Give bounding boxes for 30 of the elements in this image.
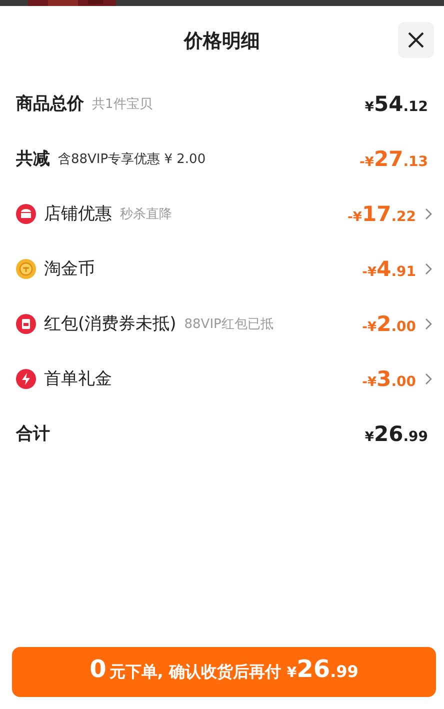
row-label: 红包(消费券未抵)	[44, 313, 176, 335]
row-label: 首单礼金	[44, 368, 112, 390]
pay-button[interactable]: 0 元下单, 确认收货后再付 ¥26.99	[12, 647, 436, 697]
shop-icon	[16, 204, 36, 224]
row-note: 88VIP红包已抵	[184, 316, 274, 332]
sheet-title: 价格明细	[184, 29, 260, 54]
chevron-icon[interactable]	[424, 262, 432, 274]
amount: -¥4.91	[362, 256, 416, 280]
chevron-icon[interactable]	[424, 318, 432, 330]
close-button[interactable]	[398, 22, 434, 58]
row-label: 店铺优惠	[44, 203, 112, 225]
row-note: 秒杀直降	[120, 206, 172, 222]
amount: -¥27.13	[360, 146, 428, 170]
amount: -¥2.00	[362, 312, 416, 336]
row-note: 含88VIP专享优惠 ¥ 2.00	[58, 150, 206, 168]
row-note: 共1件宝贝	[92, 96, 152, 112]
row-label: 淘金币	[44, 258, 95, 280]
lightning-icon	[16, 368, 36, 388]
chevron-icon[interactable]	[424, 372, 432, 384]
row-label: 商品总价	[16, 93, 84, 115]
amount: ¥54.12	[364, 92, 428, 116]
chevron-icon[interactable]	[424, 208, 432, 220]
coin-icon	[16, 258, 36, 278]
amount: -¥17.22	[348, 202, 416, 226]
amount: ¥26.99	[364, 422, 428, 446]
envelope-icon	[16, 314, 36, 334]
amount: -¥3.00	[362, 366, 416, 390]
row-label: 共减	[16, 148, 50, 170]
row-label: 合计	[16, 423, 50, 445]
close-icon	[407, 31, 425, 49]
